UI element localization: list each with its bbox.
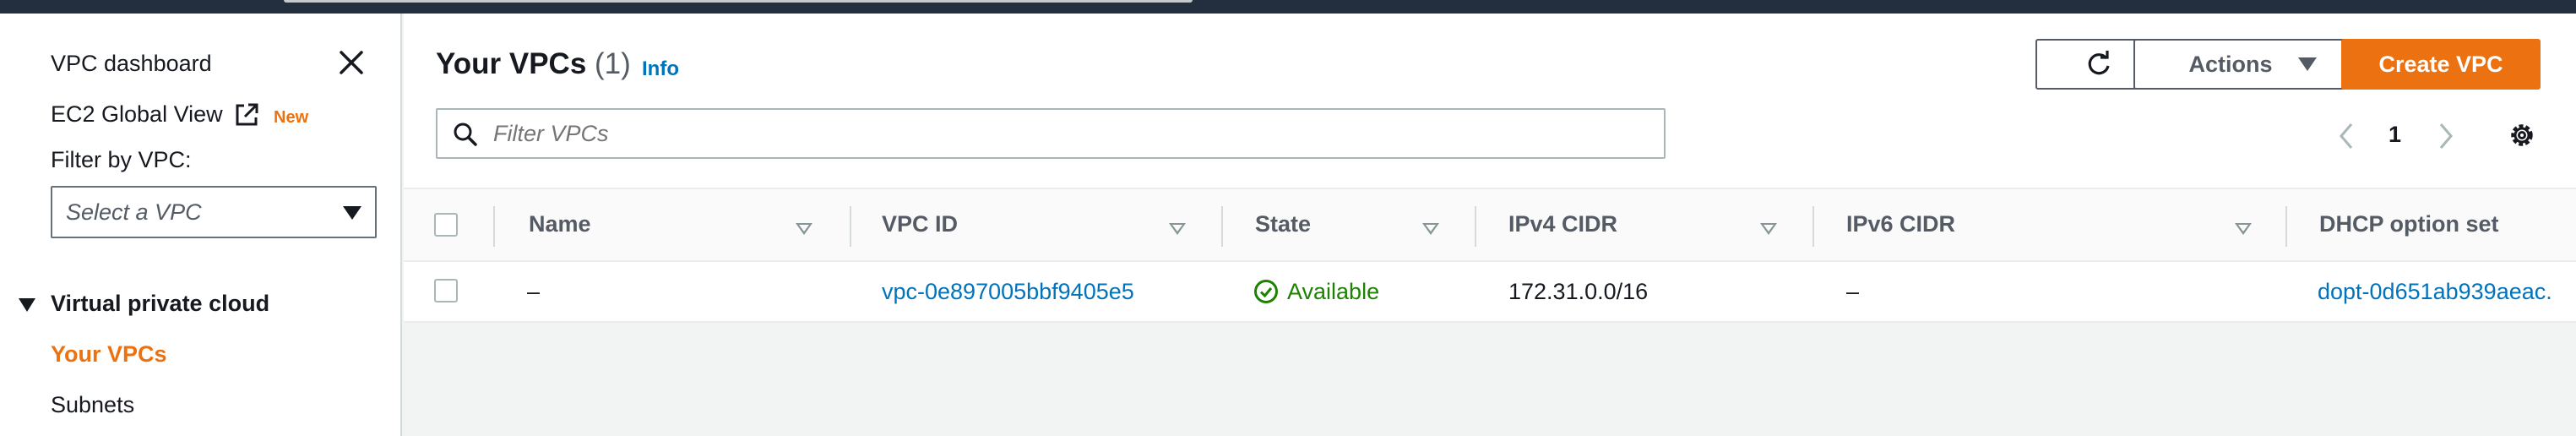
check-circle-icon: [1254, 280, 1278, 303]
cell-state: Available: [1253, 279, 1379, 305]
previous-page-icon[interactable]: [2334, 122, 2360, 150]
sort-icon[interactable]: [1169, 223, 1186, 235]
main-content: Your VPCs (1) Info Actions Create VPC 1: [404, 14, 2576, 436]
column-header-state[interactable]: State: [1255, 211, 1311, 237]
filter-by-vpc-label: Filter by VPC:: [51, 147, 192, 172]
actions-button[interactable]: Actions: [2133, 39, 2372, 90]
table-header-panel: Your VPCs (1) Info Actions Create VPC 1: [404, 14, 2576, 188]
collapse-caret-icon: [19, 297, 35, 312]
caret-down-icon: [2297, 57, 2317, 71]
close-icon[interactable]: [336, 47, 367, 78]
sidebar-section-label: Virtual private cloud: [51, 291, 270, 316]
current-page-number[interactable]: 1: [2389, 122, 2401, 148]
actions-label: Actions: [2188, 51, 2273, 77]
column-divider: [850, 206, 851, 247]
table-header-row: Name VPC ID State IPv4 CIDR IPv6 CIDR DH…: [404, 188, 2576, 262]
page-title-text: Your VPCs: [436, 47, 587, 80]
sort-icon[interactable]: [2235, 223, 2252, 235]
sidebar-item-your-vpcs[interactable]: Your VPCs: [51, 341, 167, 368]
cell-name: –: [527, 279, 541, 304]
vpc-count: (1): [595, 47, 631, 80]
column-header-vpc-id[interactable]: VPC ID: [882, 211, 958, 237]
column-divider: [2285, 206, 2287, 247]
table-row[interactable]: – vpc-0e897005bbf9405e5 Available 172.31…: [404, 262, 2576, 323]
cell-ipv6-cidr: –: [1846, 279, 1860, 304]
external-link-icon: [236, 103, 258, 126]
sidebar-item-vpc-dashboard[interactable]: VPC dashboard: [51, 51, 212, 77]
column-divider: [1221, 206, 1223, 247]
sidebar-item-subnets[interactable]: Subnets: [51, 392, 134, 418]
column-header-ipv6-cidr[interactable]: IPv6 CIDR: [1846, 211, 1955, 237]
search-icon: [454, 123, 477, 146]
column-header-ipv4-cidr[interactable]: IPv4 CIDR: [1508, 211, 1617, 237]
column-divider: [493, 206, 495, 247]
vpc-filter-select[interactable]: Select a VPC: [51, 186, 377, 238]
sidebar: VPC dashboard EC2 Global View New Filter…: [0, 14, 402, 436]
filter-vpcs-input[interactable]: [493, 117, 1650, 150]
sort-icon[interactable]: [1422, 223, 1439, 235]
caret-down-icon: [343, 206, 361, 220]
sidebar-item-ec2-global-view[interactable]: EC2 Global View: [51, 101, 223, 128]
refresh-icon: [2088, 51, 2110, 75]
page-title: Your VPCs (1): [436, 47, 631, 81]
cell-ipv4-cidr: 172.31.0.0/16: [1508, 279, 1649, 304]
vpc-filter-placeholder: Select a VPC: [66, 199, 202, 225]
new-badge: New: [274, 108, 309, 127]
select-all-checkbox[interactable]: [434, 213, 458, 237]
column-divider: [1812, 206, 1814, 247]
gear-icon[interactable]: [2507, 120, 2537, 150]
state-text: Available: [1287, 279, 1380, 304]
sort-icon[interactable]: [1760, 223, 1777, 235]
global-search-bar[interactable]: [284, 0, 1193, 3]
top-navigation-bar: [0, 0, 2576, 14]
row-checkbox[interactable]: [434, 279, 458, 302]
create-vpc-button[interactable]: Create VPC: [2341, 39, 2541, 90]
sort-icon[interactable]: [796, 223, 812, 235]
column-header-name[interactable]: Name: [529, 211, 591, 237]
next-page-icon[interactable]: [2432, 122, 2458, 150]
cell-dhcp-option-set-link[interactable]: dopt-0d651ab939aeac.: [2318, 279, 2552, 305]
column-header-dhcp-option-set[interactable]: DHCP option set: [2319, 211, 2499, 237]
sidebar-section-virtual-private-cloud[interactable]: Virtual private cloud: [19, 291, 269, 317]
cell-vpc-id-link[interactable]: vpc-0e897005bbf9405e5: [882, 279, 1134, 305]
info-link[interactable]: Info: [642, 57, 679, 81]
column-divider: [1475, 206, 1476, 247]
filter-vpcs[interactable]: [436, 108, 1666, 159]
